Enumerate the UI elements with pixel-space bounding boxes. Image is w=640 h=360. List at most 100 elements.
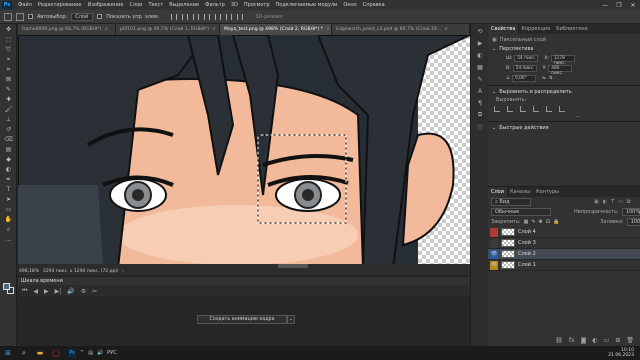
quick-actions-header[interactable]: ⌄ Быстрые действия xyxy=(488,124,640,132)
filter-shape-icon[interactable]: ▭ xyxy=(618,199,623,205)
eye-icon[interactable]: 👁 xyxy=(490,249,498,259)
move-tool-icon[interactable] xyxy=(16,12,24,21)
play-icon[interactable]: ▶ xyxy=(44,288,49,295)
hand-tool-icon[interactable]: ✋ xyxy=(2,215,15,224)
menu-help[interactable]: Справка xyxy=(360,2,388,8)
trash-icon[interactable]: 🗑 xyxy=(626,337,634,344)
prev-frame-icon[interactable]: ◀ xyxy=(33,288,38,295)
file-explorer-icon[interactable]: ▬ xyxy=(32,346,48,360)
eraser-tool-icon[interactable]: ⌫ xyxy=(2,135,15,144)
angle-field[interactable]: 0,00° xyxy=(512,74,537,82)
layer-row[interactable]: Слой 4 xyxy=(488,227,640,238)
opacity-field[interactable]: 100% xyxy=(621,208,640,216)
split-icon[interactable]: ✂ xyxy=(92,288,97,295)
align-top-edges-icon[interactable] xyxy=(533,105,539,112)
autoselect-checkbox[interactable] xyxy=(28,14,33,19)
flip-h-icon[interactable]: ⇋ xyxy=(542,76,546,81)
type-tool-icon[interactable]: T xyxy=(2,185,15,194)
align-h-centers-icon[interactable] xyxy=(507,105,513,112)
stamp-tool-icon[interactable]: ⊥ xyxy=(2,115,15,124)
menu-file[interactable]: Файл xyxy=(15,2,35,8)
clock[interactable]: 10:10 21.06.2023 xyxy=(608,348,634,358)
layer-row[interactable]: 👁 Слой 2 xyxy=(488,249,640,260)
tab-paths[interactable]: Контуры xyxy=(533,187,562,197)
path-select-icon[interactable]: ➤ xyxy=(2,195,15,204)
first-frame-icon[interactable]: ⏮ xyxy=(22,287,27,295)
tab-close-icon[interactable]: × xyxy=(444,27,448,32)
history-brush-icon[interactable]: ↺ xyxy=(2,125,15,134)
eye-icon[interactable] xyxy=(490,227,498,237)
gradient-tool-icon[interactable]: ▤ xyxy=(2,145,15,154)
healing-brush-icon[interactable]: ✚ xyxy=(2,95,15,104)
settings-icon[interactable]: ⚙ xyxy=(81,288,86,295)
align-left-icon[interactable] xyxy=(171,13,178,20)
pen-tool-icon[interactable]: ✒ xyxy=(2,175,15,184)
align-right-icon[interactable] xyxy=(193,13,200,20)
glyphs-icon[interactable]: ⧉ xyxy=(473,110,487,120)
align-right-edges-icon[interactable] xyxy=(520,105,526,112)
zoom-level[interactable]: 498,18% xyxy=(19,269,39,274)
tab-frame0000[interactable]: frame0000.png @ 66,7% (RGB/8*) × xyxy=(18,24,116,35)
blend-mode-select[interactable]: Обычные xyxy=(491,208,551,216)
brushes-icon[interactable]: ✎ xyxy=(473,74,487,84)
status-arrow-icon[interactable]: › xyxy=(122,269,124,274)
width-field[interactable]: 54 пикс. xyxy=(514,54,539,62)
tab-pl0101[interactable]: pl0101.png @ 46,7% (Слой 1, RGB/8*) × xyxy=(116,24,220,35)
foreground-color-swatch[interactable] xyxy=(3,283,10,290)
align-top-icon[interactable] xyxy=(204,13,211,20)
flip-v-icon[interactable]: ⇅ xyxy=(549,76,553,81)
tab-maya-test[interactable]: Maya_test.png @ 498% (Слой 2, RGB/8*) * × xyxy=(220,24,332,35)
align-bottom-edges-icon[interactable] xyxy=(559,105,565,112)
tab-adjustments[interactable]: Коррекция xyxy=(518,24,553,34)
menu-filter[interactable]: Фильтр xyxy=(202,2,228,8)
fx-icon[interactable]: fx xyxy=(569,337,575,344)
lock-pixels-icon[interactable]: ▦ xyxy=(524,219,529,225)
maximize-button[interactable]: ❐ xyxy=(612,2,626,9)
next-frame-icon[interactable]: ▶| xyxy=(55,288,62,295)
paragraph-icon[interactable]: ¶ xyxy=(473,98,487,108)
autoselect-select[interactable]: Слой xyxy=(71,12,94,21)
menu-plugins[interactable]: Подключаемые модули xyxy=(273,2,341,8)
align-v-centers-icon[interactable] xyxy=(546,105,552,112)
zoom-tool-icon[interactable]: ⌕ xyxy=(2,225,15,234)
actions-icon[interactable]: ▶ xyxy=(473,38,487,48)
menu-window[interactable]: Окно xyxy=(340,2,359,8)
home-icon[interactable] xyxy=(4,12,12,21)
info-icon[interactable]: ⓘ xyxy=(473,122,487,132)
eye-icon[interactable]: 👁 xyxy=(490,260,498,270)
filter-smart-icon[interactable]: ⧉ xyxy=(627,199,631,205)
link-icon[interactable]: ⛓ xyxy=(555,337,563,344)
close-button[interactable]: ✕ xyxy=(626,2,640,9)
tab-channels[interactable]: Каналы xyxy=(507,187,533,197)
audio-icon[interactable]: 🔊 xyxy=(67,288,74,295)
dodge-tool-icon[interactable]: ◐ xyxy=(2,165,15,174)
align-center-icon[interactable] xyxy=(182,13,189,20)
opera-icon[interactable]: ◯ xyxy=(48,346,64,360)
adjustment-icon[interactable]: ◐ xyxy=(592,337,597,344)
chevron-up-icon[interactable]: ^ xyxy=(80,350,84,356)
distribute-icon[interactable] xyxy=(237,13,244,20)
layer-filter-select[interactable]: ⌕ Вид xyxy=(491,198,531,206)
menu-layers[interactable]: Слои xyxy=(126,2,145,8)
lock-all-icon[interactable]: 🔒 xyxy=(553,219,559,225)
lock-paint-icon[interactable]: ✎ xyxy=(531,219,535,225)
tab-layers[interactable]: Слои xyxy=(488,187,507,197)
align-left-edges-icon[interactable] xyxy=(494,105,500,112)
filter-pixel-icon[interactable]: ▣ xyxy=(594,199,599,205)
lock-artboard-icon[interactable]: ⊡ xyxy=(546,219,550,225)
marquee-tool-icon[interactable]: ⬚ xyxy=(2,35,15,44)
brush-tool-icon[interactable]: 🖌 xyxy=(2,105,15,114)
crop-tool-icon[interactable]: ⌗ xyxy=(2,65,15,74)
shape-tool-icon[interactable]: ▭ xyxy=(2,205,15,214)
align-section-header[interactable]: ⌄ Выровнять и распределить xyxy=(488,88,640,96)
y-field[interactable]: 480 пикс. xyxy=(548,64,573,76)
layer-row[interactable]: 👁 Слой 1 xyxy=(488,260,640,271)
align-middle-icon[interactable] xyxy=(215,13,222,20)
minimize-button[interactable]: — xyxy=(598,2,612,9)
layer-row[interactable]: Слой 3 xyxy=(488,238,640,249)
swatches-icon[interactable]: ▦ xyxy=(473,62,487,72)
align-bottom-icon[interactable] xyxy=(226,13,233,20)
mask-icon[interactable]: ◙ xyxy=(581,337,587,344)
create-frame-animation-button[interactable]: Создать анимацию кадра xyxy=(197,315,287,324)
fill-field[interactable]: 100% xyxy=(626,218,640,226)
